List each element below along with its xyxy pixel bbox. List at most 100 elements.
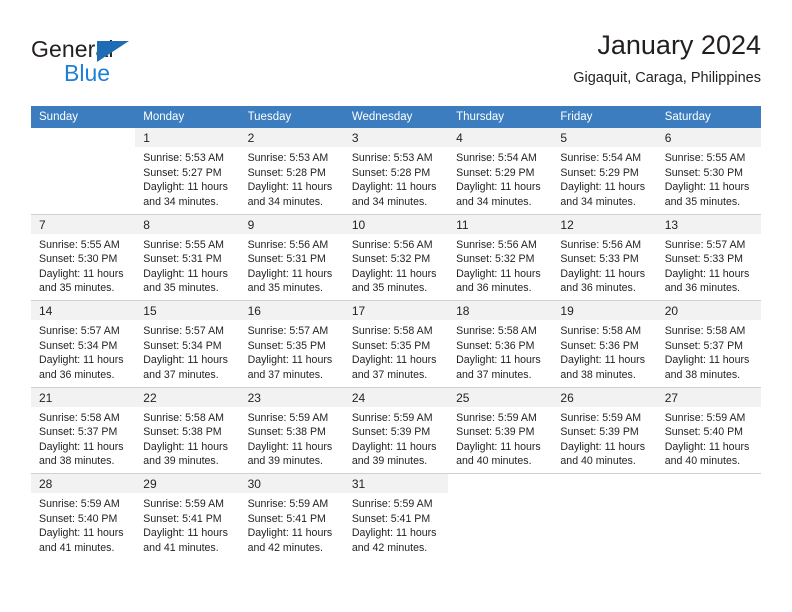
calendar-body: 1 2 3 4 5 6 Sunrise: 5:53 AM Sunset: 5:27 PM Day… xyxy=(31,128,761,560)
day-detail: Sunrise: 5:58 AM Sunset: 5:37 PM Daylight:… xyxy=(657,320,761,387)
day-detail: Sunrise: 5:58 AM Sunset: 5:38 PM Daylight:… xyxy=(135,407,239,474)
day-number[interactable]: 31 xyxy=(343,473,449,493)
day-number[interactable]: 29 xyxy=(135,473,240,493)
daylight-text: and 35 minutes. xyxy=(39,282,115,295)
daylight-text: and 37 minutes. xyxy=(247,368,323,381)
day-number[interactable]: 24 xyxy=(343,386,449,407)
daylight-text: Daylight: 11 hours xyxy=(664,267,750,280)
sunrise-text: Sunrise: 5:57 AM xyxy=(247,325,329,337)
sunset-text: Sunset: 5:30 PM xyxy=(664,166,744,179)
day-detail: Sunrise: 5:59 AM Sunset: 5:40 PM Daylight:… xyxy=(31,493,135,560)
day-number[interactable]: 27 xyxy=(656,386,761,407)
daylight-text: Daylight: 11 hours xyxy=(247,267,333,280)
day-number[interactable]: 10 xyxy=(343,213,449,234)
day-number[interactable]: 25 xyxy=(448,386,553,407)
weekday-header-thursday: Thursday xyxy=(448,106,553,128)
daylight-text: Daylight: 11 hours xyxy=(351,267,437,280)
day-number[interactable]: 18 xyxy=(448,300,553,320)
day-number[interactable]: 21 xyxy=(31,386,136,407)
daylight-text: and 39 minutes. xyxy=(247,455,323,468)
daylight-text: Daylight: 11 hours xyxy=(664,181,750,194)
sunset-text: Sunset: 5:36 PM xyxy=(560,339,639,352)
day-number[interactable]: 2 xyxy=(239,128,344,147)
day-number[interactable]: 7 xyxy=(31,213,136,234)
day-detail-empty xyxy=(31,147,135,214)
day-number[interactable]: 28 xyxy=(31,473,136,493)
sunset-text: Sunset: 5:40 PM xyxy=(39,512,118,525)
sunset-text: Sunset: 5:34 PM xyxy=(39,339,118,352)
day-number[interactable]: 23 xyxy=(239,386,344,407)
daylight-text: and 35 minutes. xyxy=(351,282,428,295)
sunset-text: Sunset: 5:40 PM xyxy=(664,426,744,439)
week-number-row: 14 15 16 17 18 19 20 xyxy=(31,300,761,320)
sunrise-text: Sunrise: 5:59 AM xyxy=(143,498,224,510)
sunset-text: Sunset: 5:39 PM xyxy=(351,426,431,439)
day-number[interactable]: 17 xyxy=(343,300,449,320)
day-detail-empty xyxy=(448,493,552,560)
day-number[interactable]: 12 xyxy=(552,213,657,234)
generalblue-logo[interactable]: General Blue xyxy=(31,36,231,92)
sunset-text: Sunset: 5:27 PM xyxy=(143,166,222,179)
daylight-text: and 36 minutes. xyxy=(560,282,636,295)
day-number[interactable]: 6 xyxy=(656,128,761,147)
week-info-row: Sunrise: 5:58 AM Sunset: 5:37 PM Daylight:… xyxy=(31,407,761,474)
day-detail: Sunrise: 5:54 AM Sunset: 5:29 PM Daylight:… xyxy=(448,147,552,214)
sunset-text: Sunset: 5:41 PM xyxy=(247,512,326,525)
weekday-header-wednesday: Wednesday xyxy=(343,106,449,128)
day-number[interactable]: 13 xyxy=(656,213,761,234)
sunrise-text: Sunrise: 5:58 AM xyxy=(560,325,642,337)
day-number[interactable]: 19 xyxy=(552,300,657,320)
daylight-text: and 34 minutes. xyxy=(351,195,428,208)
sunrise-text: Sunrise: 5:53 AM xyxy=(351,152,433,164)
sunset-text: Sunset: 5:32 PM xyxy=(351,253,431,266)
daylight-text: Daylight: 11 hours xyxy=(664,354,750,367)
day-number[interactable]: 22 xyxy=(135,386,240,407)
daylight-text: and 36 minutes. xyxy=(456,282,532,295)
daylight-text: Daylight: 11 hours xyxy=(351,354,437,367)
day-detail: Sunrise: 5:59 AM Sunset: 5:39 PM Daylight:… xyxy=(344,407,448,474)
day-number[interactable]: 20 xyxy=(656,300,761,320)
sunrise-text: Sunrise: 5:58 AM xyxy=(39,411,120,424)
day-number[interactable]: 16 xyxy=(239,300,344,320)
day-detail-empty xyxy=(657,493,761,560)
day-detail: Sunrise: 5:59 AM Sunset: 5:39 PM Daylight:… xyxy=(448,407,552,474)
sunset-text: Sunset: 5:33 PM xyxy=(664,253,744,266)
logo-triangle-icon xyxy=(97,41,129,62)
day-number[interactable]: 14 xyxy=(31,300,136,320)
title-block: January 2024 Gigaquit, Caraga, Philippin… xyxy=(573,28,761,89)
week-info-row: Sunrise: 5:57 AM Sunset: 5:34 PM Daylight:… xyxy=(31,320,761,387)
day-number[interactable]: 3 xyxy=(343,128,449,147)
daylight-text: and 38 minutes. xyxy=(560,368,636,381)
sunset-text: Sunset: 5:39 PM xyxy=(456,426,535,439)
daylight-text: Daylight: 11 hours xyxy=(351,527,437,540)
daylight-text: Daylight: 11 hours xyxy=(560,267,646,280)
logo-text-blue: Blue xyxy=(64,60,111,86)
daylight-text: and 40 minutes. xyxy=(456,455,532,468)
day-number[interactable]: 9 xyxy=(239,213,344,234)
day-number[interactable]: 5 xyxy=(552,128,657,147)
day-number[interactable]: 1 xyxy=(135,128,240,147)
daylight-text: and 34 minutes. xyxy=(456,195,532,208)
sunrise-text: Sunrise: 5:55 AM xyxy=(143,238,224,251)
daylight-text: and 42 minutes. xyxy=(351,541,428,554)
sunset-text: Sunset: 5:31 PM xyxy=(247,253,326,266)
daylight-text: Daylight: 11 hours xyxy=(664,440,750,453)
sunrise-text: Sunrise: 5:58 AM xyxy=(143,411,224,424)
day-detail: Sunrise: 5:59 AM Sunset: 5:41 PM Daylight:… xyxy=(344,493,448,560)
week-number-row: 28 29 30 31 xyxy=(31,473,761,493)
day-number[interactable]: 26 xyxy=(552,386,657,407)
day-number[interactable]: 8 xyxy=(135,213,240,234)
sunrise-text: Sunrise: 5:55 AM xyxy=(39,238,120,251)
day-number[interactable]: 11 xyxy=(448,213,553,234)
day-detail: Sunrise: 5:57 AM Sunset: 5:34 PM Daylight:… xyxy=(31,320,135,387)
day-number[interactable]: 30 xyxy=(239,473,344,493)
daylight-text: Daylight: 11 hours xyxy=(247,440,333,453)
week-number-row: 123456 xyxy=(31,128,761,147)
day-detail: Sunrise: 5:59 AM Sunset: 5:40 PM Daylight:… xyxy=(657,407,761,474)
day-number[interactable]: 4 xyxy=(448,128,553,147)
sunrise-text: Sunrise: 5:56 AM xyxy=(351,238,433,251)
sunset-text: Sunset: 5:33 PM xyxy=(560,253,639,266)
day-detail: Sunrise: 5:57 AM Sunset: 5:34 PM Daylight:… xyxy=(135,320,239,387)
daylight-text: Daylight: 11 hours xyxy=(143,181,228,194)
day-number[interactable]: 15 xyxy=(135,300,240,320)
